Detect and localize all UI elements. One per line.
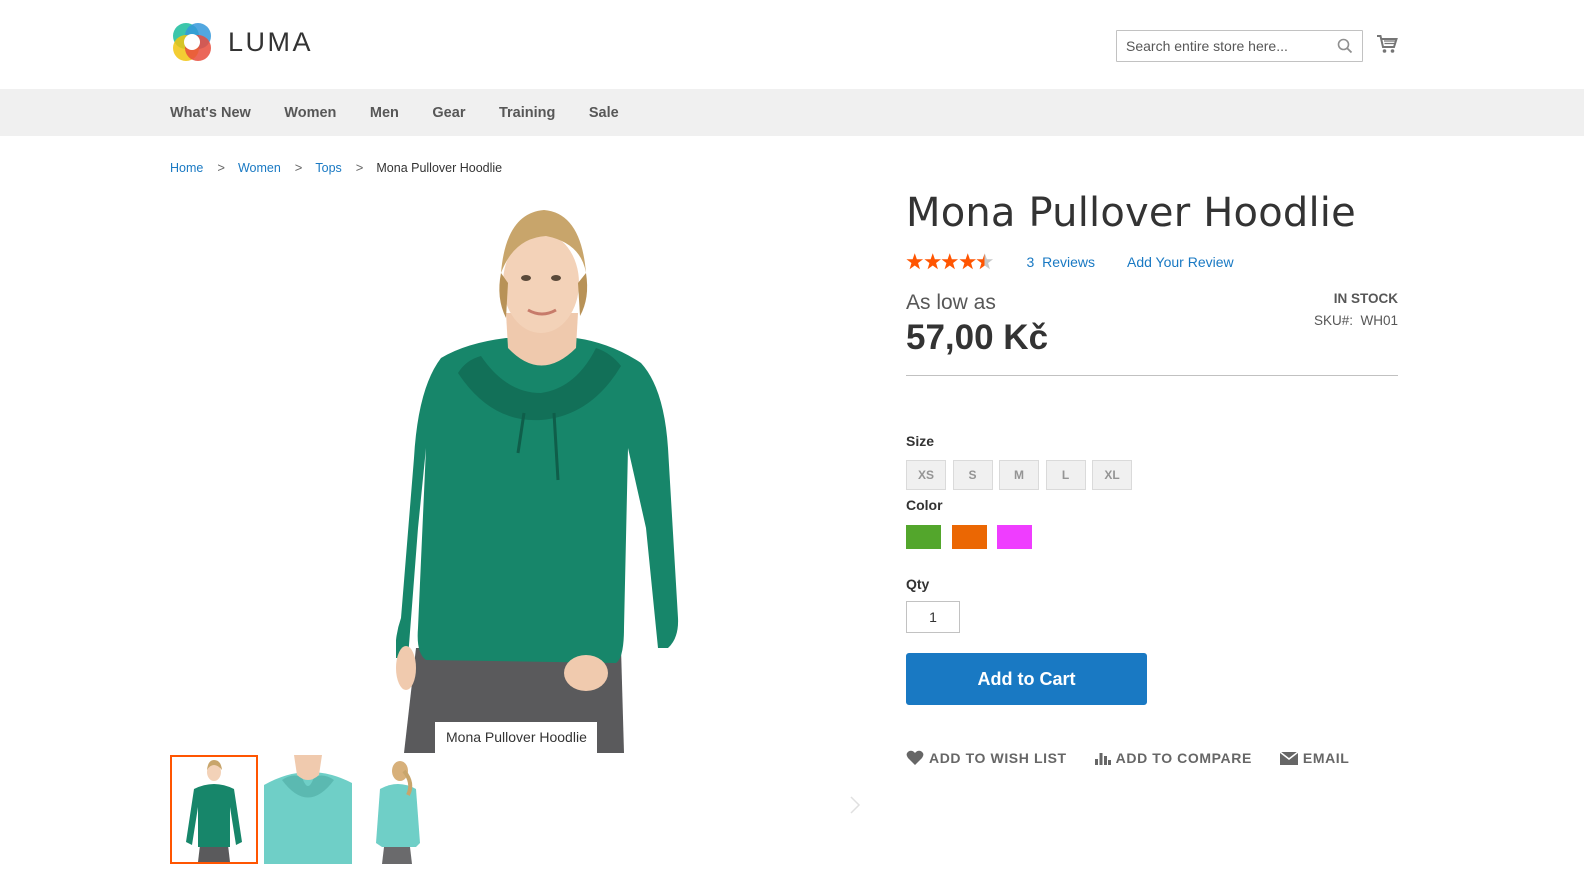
product-main-image[interactable] bbox=[396, 198, 686, 753]
reviews-link[interactable]: 3 Reviews bbox=[1027, 254, 1095, 270]
color-swatch-orange[interactable] bbox=[951, 525, 987, 549]
thumbnail-detail[interactable] bbox=[264, 755, 352, 864]
breadcrumb-tops[interactable]: Tops bbox=[315, 161, 341, 175]
breadcrumb: Home > Women > Tops > Mona Pullover Hood… bbox=[170, 160, 502, 175]
star-icon bbox=[958, 253, 976, 270]
sku-value: WH01 bbox=[1360, 313, 1398, 328]
color-label: Color bbox=[906, 497, 943, 513]
product-title: Mona Pullover Hoodlie bbox=[906, 190, 1356, 236]
size-option-xs[interactable]: XS bbox=[906, 460, 946, 490]
size-option-s[interactable]: S bbox=[952, 460, 993, 490]
cart-icon[interactable] bbox=[1376, 33, 1398, 55]
luma-logo-icon bbox=[173, 23, 211, 61]
image-caption: Mona Pullover Hoodlie bbox=[435, 722, 597, 753]
product-actions: ADD TO WISH LIST ADD TO COMPARE EMAIL bbox=[906, 750, 1377, 766]
breadcrumb-separator: > bbox=[294, 160, 303, 175]
search-input[interactable] bbox=[1117, 31, 1327, 61]
nav-item-whats-new[interactable]: What's New bbox=[170, 105, 251, 121]
compare-icon bbox=[1094, 753, 1111, 765]
size-option-l[interactable]: L bbox=[1045, 460, 1086, 490]
logo-text: LUMA bbox=[228, 26, 314, 57]
breadcrumb-current: Mona Pullover Hoodlie bbox=[376, 160, 503, 175]
nav-item-women[interactable]: Women bbox=[284, 105, 336, 121]
sku-label: SKU#: bbox=[1313, 313, 1353, 328]
product-rating: 3 Reviews Add Your Review bbox=[906, 253, 1234, 270]
size-option-m[interactable]: M bbox=[999, 460, 1039, 490]
thumbnail-front[interactable] bbox=[170, 755, 258, 864]
reviews-count: 3 bbox=[1026, 253, 1035, 270]
add-to-cart-button[interactable]: Add to Cart bbox=[906, 653, 1147, 705]
wishlist-label: ADD TO WISH LIST bbox=[929, 750, 1067, 766]
qty-input[interactable] bbox=[906, 601, 960, 633]
store-logo[interactable]: LUMA bbox=[170, 20, 313, 64]
thumbnail-back[interactable] bbox=[358, 755, 446, 864]
thumbnail-image bbox=[358, 755, 446, 864]
email-icon bbox=[1279, 751, 1298, 765]
gallery-next-icon[interactable] bbox=[848, 795, 862, 815]
breadcrumb-separator: > bbox=[217, 160, 225, 175]
star-icon bbox=[923, 253, 941, 270]
color-swatch-purple[interactable] bbox=[997, 525, 1032, 549]
color-swatch-green[interactable] bbox=[906, 525, 941, 549]
divider bbox=[906, 375, 1398, 376]
rating-stars bbox=[906, 253, 994, 270]
nav-item-training[interactable]: Training bbox=[499, 105, 555, 121]
search-box bbox=[1116, 30, 1363, 62]
email-label: EMAIL bbox=[1302, 750, 1350, 766]
product-sku: SKU#: WH01 bbox=[1314, 313, 1398, 328]
product-price: 57,00 Kč bbox=[906, 318, 1049, 357]
size-swatches: XS S M L XL bbox=[906, 460, 1139, 490]
site-header: LUMA bbox=[0, 0, 1584, 89]
breadcrumb-separator: > bbox=[355, 160, 364, 175]
nav-item-men[interactable]: Men bbox=[370, 105, 399, 121]
email-link[interactable]: EMAIL bbox=[1279, 750, 1350, 766]
thumbnail-strip bbox=[170, 755, 452, 864]
nav-item-gear[interactable]: Gear bbox=[432, 105, 465, 121]
reviews-label: Reviews bbox=[1042, 253, 1095, 270]
qty-label: Qty bbox=[906, 576, 930, 592]
add-to-compare-link[interactable]: ADD TO COMPARE bbox=[1094, 750, 1252, 766]
price-prefix: As low as bbox=[906, 291, 996, 314]
star-icon bbox=[941, 253, 959, 270]
heart-icon bbox=[906, 750, 924, 765]
stock-status: IN STOCK bbox=[1333, 291, 1398, 306]
color-swatches bbox=[906, 525, 1043, 549]
add-review-link[interactable]: Add Your Review bbox=[1127, 254, 1234, 270]
size-label: Size bbox=[906, 433, 935, 449]
nav-item-sale[interactable]: Sale bbox=[589, 105, 619, 121]
compare-label: ADD TO COMPARE bbox=[1115, 750, 1252, 766]
thumbnail-image bbox=[172, 757, 256, 862]
product-photo bbox=[396, 210, 679, 753]
thumbnail-image bbox=[264, 755, 352, 864]
star-icon bbox=[906, 253, 924, 270]
add-to-wishlist-link[interactable]: ADD TO WISH LIST bbox=[906, 750, 1067, 766]
half-star-icon bbox=[976, 253, 994, 270]
main-navigation: What's New Women Men Gear Training Sale bbox=[0, 89, 1584, 136]
search-icon[interactable] bbox=[1337, 38, 1353, 54]
breadcrumb-home[interactable]: Home bbox=[170, 161, 203, 175]
size-option-xl[interactable]: XL bbox=[1092, 460, 1132, 490]
breadcrumb-women[interactable]: Women bbox=[238, 161, 281, 175]
